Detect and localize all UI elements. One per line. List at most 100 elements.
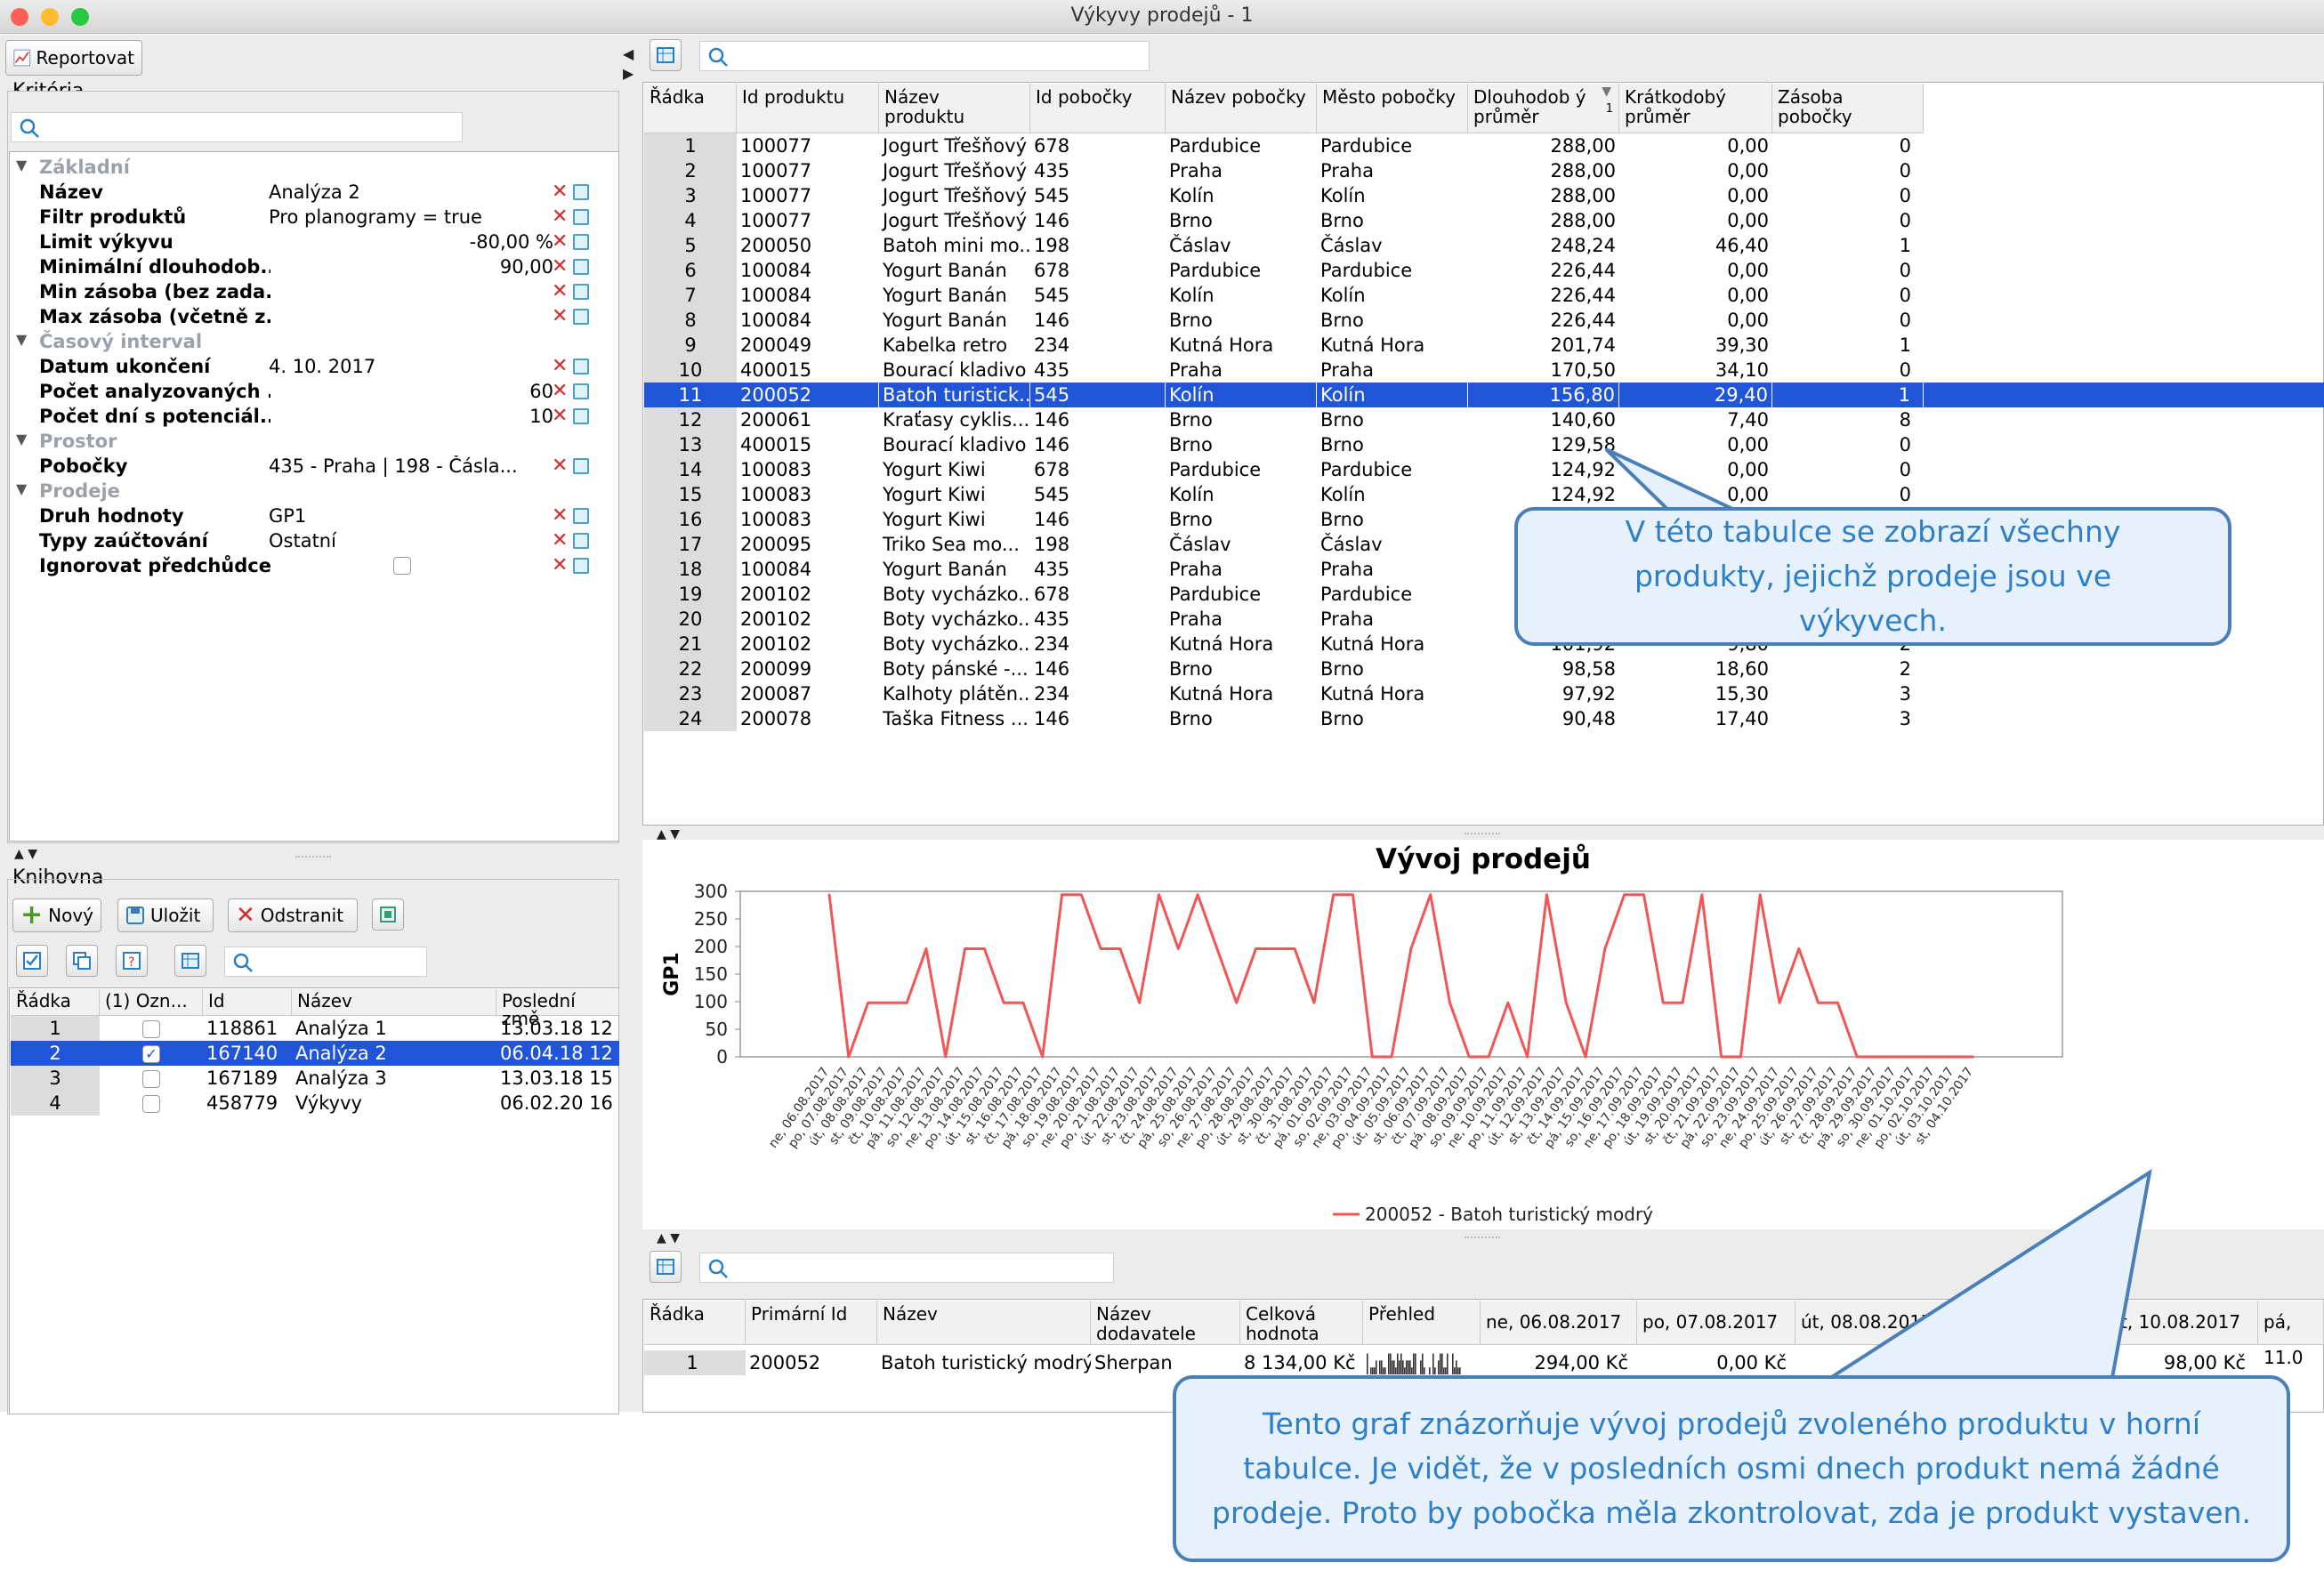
edit-icon[interactable] — [573, 184, 589, 200]
criteria-value[interactable]: -80,00 % — [269, 231, 553, 253]
criteria-row[interactable]: Limit výkyvu -80,00 % ✕ — [11, 230, 589, 254]
collapse-left-icon[interactable]: ◀ ▶ — [623, 44, 633, 84]
criteria-checkbox[interactable] — [393, 557, 411, 575]
edit-icon[interactable] — [573, 284, 589, 300]
checkbox[interactable]: ✓ — [142, 1045, 160, 1063]
report-button[interactable]: Reportovat — [5, 40, 142, 76]
criteria-group-1[interactable]: ▼ Časový interval — [11, 329, 589, 354]
edit-icon[interactable] — [573, 383, 589, 399]
criteria-row[interactable]: Ignorovat předchůdce... ✕ — [11, 553, 589, 578]
clear-icon[interactable]: ✕ — [552, 556, 568, 576]
main-table-row[interactable]: 12 200061 Kraťasy cyklis... 146 Brno Brno 140,… — [644, 407, 2324, 432]
clear-icon[interactable]: ✕ — [552, 282, 568, 302]
criteria-row[interactable]: Název Analýza 2 ✕ — [11, 180, 589, 205]
library-header-1[interactable]: (1) Ozn... — [100, 989, 203, 1016]
clear-icon[interactable]: ✕ — [552, 357, 568, 376]
row-checkbox[interactable] — [100, 1016, 203, 1041]
criteria-group-2[interactable]: ▼ Prostor — [11, 429, 589, 454]
main-table-row[interactable]: 23 200087 Kalhoty plátěn... 234 Kutná Hora Ku… — [644, 681, 2324, 706]
criteria-value[interactable]: 60 — [269, 381, 553, 402]
main-table-row[interactable]: 7 100084 Yogurt Banán 545 Kolín Kolín 226,44 0,… — [644, 283, 2324, 308]
detail-header-7[interactable]: po, 07.08.2017 — [1637, 1301, 1795, 1345]
library-header-3[interactable]: Název — [292, 989, 496, 1016]
edit-icon[interactable] — [573, 309, 589, 325]
main-table-row[interactable]: 9 200049 Kabelka retro 234 Kutná Hora Kutná H… — [644, 333, 2324, 358]
criteria-value[interactable]: Pro planogramy = true — [269, 206, 553, 228]
main-header-3[interactable]: Id pobočky — [1030, 84, 1166, 133]
library-row[interactable]: 3 167189 Analýza 3 13.03.18 15 — [11, 1066, 619, 1091]
main-header-5[interactable]: Město pobočky — [1317, 84, 1468, 133]
clear-icon[interactable]: ✕ — [552, 232, 568, 252]
delete-button[interactable]: ✕ Odstranit — [228, 898, 358, 932]
splitter-handle[interactable] — [1465, 833, 1500, 834]
detail-row[interactable]: 1 200052 Batoh turistický modrý Sherpan 8 13… — [644, 1350, 2324, 1375]
main-header-7[interactable]: Krátkodobý průměr — [1619, 84, 1772, 133]
criteria-value[interactable]: Analýza 2 — [269, 181, 553, 203]
main-header-2[interactable]: Název produktu — [879, 84, 1030, 133]
edit-icon[interactable] — [573, 533, 589, 549]
library-header-2[interactable]: Id — [203, 989, 292, 1016]
collapse-arrow-icon[interactable]: ▼ — [16, 480, 27, 497]
criteria-row[interactable]: Pobočky 435 - Praha | 198 - Čásla... ✕ — [11, 454, 589, 479]
clear-icon[interactable]: ✕ — [552, 307, 568, 326]
detail-header-8[interactable]: út, 08.08.2017 — [1795, 1301, 1991, 1345]
criteria-search-input[interactable] — [11, 112, 463, 142]
check-all-button[interactable] — [16, 945, 48, 977]
export-button[interactable] — [372, 898, 404, 931]
clear-icon[interactable]: ✕ — [552, 382, 568, 401]
criteria-row[interactable]: Počet analyzovaných ... 60 ✕ — [11, 379, 589, 404]
detail-header-10[interactable]: pá, 11.0 — [2258, 1301, 2324, 1368]
checkbox[interactable] — [142, 1095, 160, 1113]
main-table-row[interactable]: 24 200078 Taška Fitness ... 146 Brno Brno 90,4… — [644, 706, 2324, 731]
detail-table-settings-button[interactable] — [650, 1251, 682, 1283]
edit-icon[interactable] — [573, 458, 589, 474]
checkbox[interactable] — [142, 1020, 160, 1038]
main-table-row[interactable]: 13 400015 Bourací kladivo 146 Brno Brno 129,58… — [644, 432, 2324, 457]
main-table-row[interactable]: 8 100084 Yogurt Banán 146 Brno Brno 226,44 0,00… — [644, 308, 2324, 333]
library-row[interactable]: 2 ✓ 167140 Analýza 2 06.04.18 12 — [11, 1041, 619, 1066]
detail-header-1[interactable]: Primární Id — [746, 1301, 877, 1345]
detail-header-0[interactable]: Řádka — [644, 1301, 746, 1345]
main-table-settings-button[interactable] — [650, 39, 682, 71]
row-checkbox[interactable] — [100, 1091, 203, 1116]
clear-icon[interactable]: ✕ — [552, 207, 568, 227]
edit-icon[interactable] — [573, 408, 589, 424]
main-header-1[interactable]: Id produktu — [737, 84, 879, 133]
edit-icon[interactable] — [573, 558, 589, 574]
help-button[interactable]: ? — [116, 945, 148, 977]
library-row[interactable]: 1 118861 Analýza 1 13.03.18 12 — [11, 1016, 619, 1041]
splitter-handle[interactable] — [295, 856, 331, 858]
copy-button[interactable] — [66, 945, 98, 977]
criteria-row[interactable]: Druh hodnoty GP1 ✕ — [11, 504, 589, 528]
main-header-6[interactable]: Dlouhodob ý průměr 1 ▼ — [1468, 84, 1619, 133]
new-button[interactable]: + Nový — [12, 898, 101, 932]
criteria-group-3[interactable]: ▼ Prodeje — [11, 479, 589, 504]
edit-icon[interactable] — [573, 508, 589, 524]
edit-icon[interactable] — [573, 259, 589, 275]
main-search-input[interactable] — [699, 41, 1150, 71]
detail-header-4[interactable]: Celková hodnota — [1240, 1301, 1363, 1345]
criteria-row[interactable]: Filtr produktů Pro planogramy = true ✕ — [11, 205, 589, 230]
main-table-row[interactable]: 15 100083 Yogurt Kiwi 545 Kolín Kolín 124,92 0,… — [644, 482, 2324, 507]
main-table-row[interactable]: 2 100077 Jogurt Třešňový 435 Praha Praha 288,0… — [644, 158, 2324, 183]
row-checkbox[interactable] — [100, 1066, 203, 1091]
detail-header-6[interactable]: ne, 06.08.2017 — [1481, 1301, 1637, 1345]
criteria-value[interactable]: Ostatní — [269, 530, 553, 552]
clear-icon[interactable]: ✕ — [552, 257, 568, 277]
save-button[interactable]: Uložit — [117, 898, 214, 932]
main-header-8[interactable]: Zásoba pobočky — [1772, 84, 1924, 133]
main-table-row[interactable]: 10 400015 Bourací kladivo 435 Praha Praha 170,… — [644, 358, 2324, 383]
clear-icon[interactable]: ✕ — [552, 456, 568, 476]
main-table-row[interactable]: 3 100077 Jogurt Třešňový 545 Kolín Kolín 288,0… — [644, 183, 2324, 208]
main-header-0[interactable]: Řádka — [644, 84, 737, 133]
main-table-row[interactable]: 4 100077 Jogurt Třešňový 146 Brno Brno 288,00 0… — [644, 208, 2324, 233]
library-header-0[interactable]: Řádka — [11, 989, 100, 1016]
main-table-row[interactable]: 14 100083 Yogurt Kiwi 678 Pardubice Pardubice… — [644, 457, 2324, 482]
detail-header-5[interactable]: Přehled — [1363, 1301, 1481, 1345]
edit-icon[interactable] — [573, 234, 589, 250]
criteria-row[interactable]: Min zásoba (bez zada... ✕ — [11, 279, 589, 304]
criteria-row[interactable]: Datum ukončení 4. 10. 2017 ✕ — [11, 354, 589, 379]
library-row[interactable]: 4 458779 Výkyvy 06.02.20 16 — [11, 1091, 619, 1116]
main-table-row[interactable]: 5 200050 Batoh mini mo... 198 Čáslav Čáslav 24… — [644, 233, 2324, 258]
collapse-arrow-icon[interactable]: ▼ — [16, 157, 27, 173]
